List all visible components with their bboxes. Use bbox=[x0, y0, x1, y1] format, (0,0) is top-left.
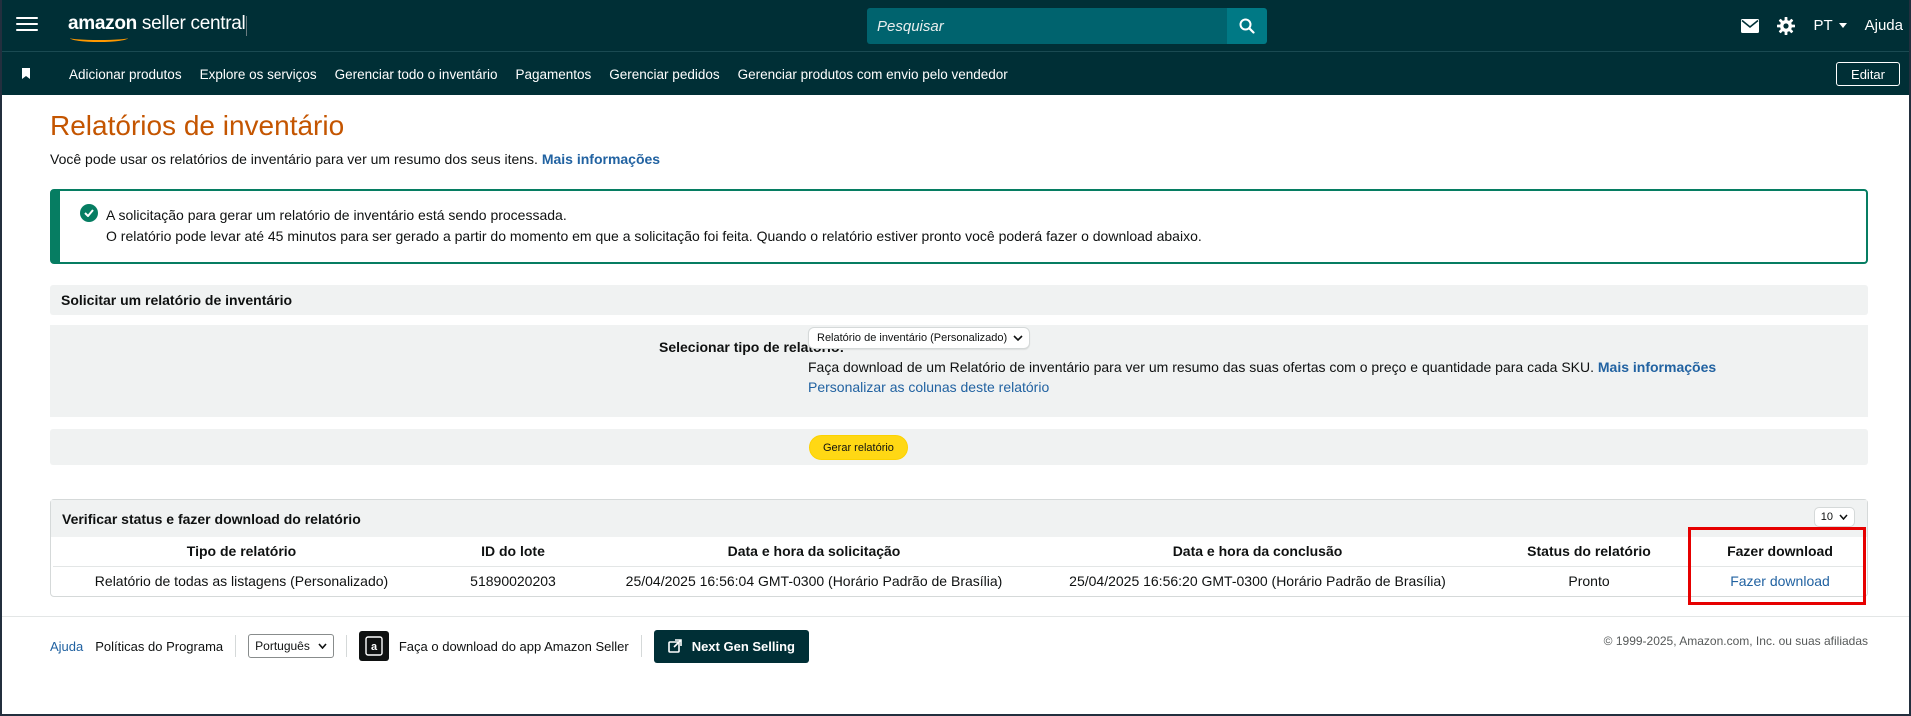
nav-items: Adicionar produtos Explore os serviços G… bbox=[69, 52, 1026, 96]
column-header-requested: Data e hora da solicitação bbox=[596, 537, 1032, 567]
nav-item-manage-inventory[interactable]: Gerenciar todo o inventário bbox=[335, 67, 498, 82]
alert-message: A solicitação para gerar um relatório de… bbox=[106, 207, 567, 223]
logo-suffix: seller central bbox=[136, 13, 246, 34]
download-link[interactable]: Fazer download bbox=[1730, 573, 1830, 589]
footer: Ajuda Políticas do Programa Português a … bbox=[50, 628, 809, 664]
cell-requested: 25/04/2025 16:56:04 GMT-0300 (Horário Pa… bbox=[625, 573, 1003, 590]
next-gen-selling-label: Next Gen Selling bbox=[691, 638, 795, 654]
logo-divider bbox=[246, 16, 247, 36]
search-icon bbox=[1239, 18, 1255, 34]
column-header-completed: Data e hora da conclusão bbox=[1032, 537, 1483, 567]
next-gen-selling-button[interactable]: Next Gen Selling bbox=[653, 629, 809, 663]
chevron-down-icon bbox=[1013, 335, 1023, 341]
cell-report-type: Relatório de todas as listagens (Persona… bbox=[94, 573, 389, 590]
footer-divider bbox=[0, 616, 1911, 617]
status-heading-text: Verificar status e fazer download do rel… bbox=[62, 510, 361, 527]
report-more-info-link[interactable]: Mais informações bbox=[1598, 359, 1716, 375]
footer-separator bbox=[83, 635, 95, 657]
customize-columns-link[interactable]: Personalizar as colunas deste relatório bbox=[808, 379, 1049, 395]
menu-icon[interactable] bbox=[16, 17, 38, 33]
search-input[interactable] bbox=[867, 8, 1227, 44]
search-button[interactable] bbox=[1227, 8, 1267, 44]
footer-help-link[interactable]: Ajuda bbox=[50, 639, 83, 654]
table-row: Relatório de todas as listagens (Persona… bbox=[53, 566, 1865, 596]
page-subtitle: Você pode usar os relatórios de inventár… bbox=[50, 151, 660, 167]
footer-separator bbox=[235, 635, 237, 657]
top-navigation-bar: amazon seller central PT Ajuda bbox=[0, 0, 1911, 51]
search-bar bbox=[867, 8, 1267, 44]
footer-separator bbox=[345, 635, 347, 657]
page-size-value: 10 bbox=[1820, 511, 1833, 523]
logo-prefix: amazon bbox=[68, 13, 137, 34]
success-alert: A solicitação para gerar um relatório de… bbox=[50, 189, 1868, 264]
page-title: Relatórios de inventário bbox=[50, 110, 345, 141]
customize-columns-label: Personalizar as colunas deste relatório bbox=[808, 379, 1050, 395]
chevron-down-icon bbox=[1839, 514, 1848, 520]
alert-detail: O relatório pode levar até 45 minutos pa… bbox=[106, 228, 1202, 244]
cell-batch-id: 51890020203 bbox=[470, 573, 556, 590]
request-section-heading: Solicitar um relatório de inventário bbox=[50, 285, 1868, 315]
cell-status: Pronto bbox=[1568, 573, 1610, 590]
report-type-value: Relatório de inventário (Personalizado) bbox=[817, 332, 1008, 344]
page-size-dropdown[interactable]: 10 bbox=[1813, 507, 1855, 527]
svg-text:a: a bbox=[371, 641, 378, 653]
caret-down-icon bbox=[1838, 23, 1847, 28]
nav-item-explore-services[interactable]: Explore os serviços bbox=[200, 67, 317, 82]
app-download-link[interactable]: Faça o download do app Amazon Seller bbox=[399, 639, 629, 654]
footer-separator bbox=[640, 635, 642, 657]
generate-report-button[interactable]: Gerar relatório bbox=[809, 435, 908, 460]
language-label: PT bbox=[1813, 17, 1833, 34]
amazon-app-icon: a bbox=[358, 631, 389, 661]
generate-bar bbox=[50, 429, 1868, 465]
check-circle-icon bbox=[80, 204, 98, 222]
gear-icon[interactable] bbox=[1777, 16, 1796, 35]
status-section: Verificar status e fazer download do rel… bbox=[50, 499, 1868, 597]
logo-smile bbox=[70, 34, 128, 42]
column-header-download: Fazer download bbox=[1695, 537, 1865, 567]
help-link[interactable]: Ajuda bbox=[1865, 17, 1903, 34]
footer-language-select[interactable]: Português bbox=[248, 634, 334, 658]
column-header-batch-id: ID do lote bbox=[430, 537, 596, 567]
subtitle-text: Você pode usar os relatórios de inventár… bbox=[50, 151, 538, 167]
bookmark-navigation-bar: Adicionar produtos Explore os serviços G… bbox=[0, 51, 1911, 95]
report-description: Faça download de um Relatório de inventá… bbox=[808, 359, 1716, 375]
footer-policies-link[interactable]: Políticas do Programa bbox=[95, 639, 223, 654]
edit-button[interactable]: Editar bbox=[1836, 62, 1900, 86]
column-header-type: Tipo de relatório bbox=[53, 537, 430, 567]
nav-item-manage-orders[interactable]: Gerenciar pedidos bbox=[609, 67, 719, 82]
report-description-text: Faça download de um Relatório de inventá… bbox=[808, 359, 1594, 375]
reports-table: Tipo de relatório ID do lote Data e hora… bbox=[53, 537, 1865, 596]
nav-item-seller-fulfilled[interactable]: Gerenciar produtos com envio pelo vended… bbox=[738, 67, 1008, 82]
seller-central-logo[interactable]: amazon seller central bbox=[68, 13, 246, 42]
top-right-controls: PT Ajuda bbox=[1741, 0, 1903, 51]
bookmark-icon[interactable] bbox=[22, 68, 30, 79]
cell-completed: 25/04/2025 16:56:20 GMT-0300 (Horário Pa… bbox=[1069, 573, 1446, 590]
copyright-text: © 1999-2025, Amazon.com, Inc. ou suas af… bbox=[1603, 634, 1868, 648]
external-link-icon bbox=[667, 639, 682, 653]
chevron-down-icon bbox=[318, 643, 327, 649]
report-type-dropdown[interactable]: Relatório de inventário (Personalizado) bbox=[808, 327, 1031, 349]
nav-item-payments[interactable]: Pagamentos bbox=[515, 67, 591, 82]
table-header-row: Tipo de relatório ID do lote Data e hora… bbox=[53, 537, 1865, 567]
mail-icon[interactable] bbox=[1741, 18, 1760, 33]
more-info-link[interactable]: Mais informações bbox=[542, 151, 660, 167]
status-section-heading: Verificar status e fazer download do rel… bbox=[51, 500, 1867, 537]
footer-language-value: Português bbox=[255, 639, 310, 653]
cell-download: Fazer download bbox=[1695, 566, 1865, 596]
language-selector[interactable]: PT bbox=[1813, 17, 1847, 34]
column-header-status: Status do relatório bbox=[1483, 537, 1695, 567]
nav-item-add-products[interactable]: Adicionar produtos bbox=[69, 67, 182, 82]
